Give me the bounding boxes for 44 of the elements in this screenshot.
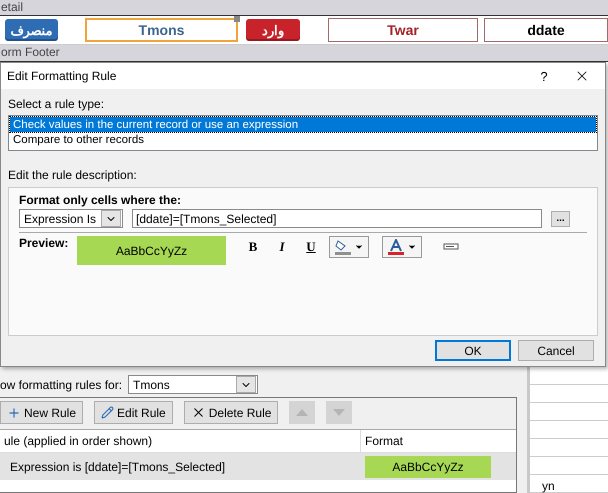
toolbar-button[interactable]: New Rule [0, 401, 84, 424]
builder-button[interactable]: ... [551, 210, 570, 226]
style-button[interactable]: B [242, 237, 264, 257]
help-button[interactable]: ? [529, 68, 559, 84]
rule-type-label: Select a rule type: [8, 97, 106, 111]
rule-text: Expression is [ddate]=[Tmons_Selected] [9, 460, 226, 474]
style-button[interactable]: I [271, 237, 293, 257]
section-label: orm Footer [1, 45, 60, 59]
preview-label: Preview: [19, 236, 67, 250]
show-rules-label: ow formatting rules for: [0, 378, 122, 392]
form-button[interactable]: وارد [246, 19, 300, 41]
section-label: etail [1, 0, 24, 14]
pencil-icon [101, 406, 114, 419]
column-header: Format [360, 430, 516, 452]
style-button[interactable]: U [300, 237, 322, 257]
cell-text: yn [542, 479, 555, 493]
condition-select[interactable]: Expression Is [19, 209, 123, 228]
format-label: Format only cells where the: [19, 193, 182, 207]
description-label: Edit the rule description: [8, 168, 138, 182]
new-rule-icon [7, 406, 21, 420]
paint-bucket-icon [334, 239, 352, 255]
down-arrow-icon [333, 409, 346, 416]
dialog-button[interactable]: OK [435, 340, 511, 361]
rule-type-item[interactable]: Check values in the current record or use an expression [10, 117, 596, 132]
form-button[interactable]: منصرف [5, 19, 58, 41]
toolbar-button[interactable]: Delete Rule [184, 401, 278, 424]
fill-color-button[interactable] [329, 236, 369, 258]
dialog-button[interactable]: Cancel [518, 340, 594, 361]
column-header: ule (applied in order shown) [3, 433, 154, 450]
rule-type-item[interactable]: Compare to other records [10, 132, 596, 147]
text-field[interactable]: Twar [328, 18, 478, 42]
text-field[interactable]: ddate [484, 18, 608, 42]
font-color-icon [387, 239, 405, 255]
expression-field[interactable]: [ddate]=[Tmons_Selected] [132, 209, 542, 228]
format-preview: AaBbCcYyZz [365, 456, 491, 478]
toolbar-button[interactable]: Edit Rule [94, 401, 173, 424]
font-color-button[interactable] [382, 236, 422, 258]
up-arrow-icon [296, 409, 308, 416]
field-select[interactable]: Tmons [128, 375, 258, 394]
window-title: Edit Formatting Rule [7, 69, 118, 83]
format-preview: AaBbCcYyZz [77, 236, 226, 265]
rule-row[interactable]: Expression is [ddate]=[Tmons_Selected] AaBbCcYyZz [0, 453, 516, 480]
data-bar-icon [443, 242, 459, 252]
text-field[interactable]: Tmons [85, 18, 238, 42]
